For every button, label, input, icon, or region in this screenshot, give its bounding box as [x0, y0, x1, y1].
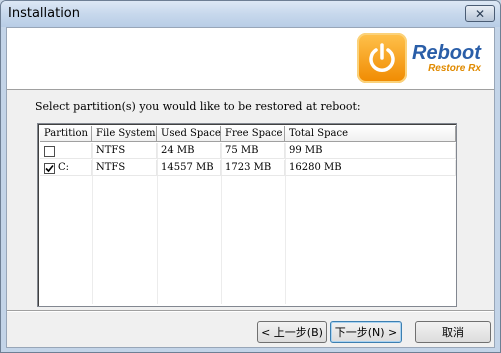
column-header-free-space[interactable]: Free Space — [221, 126, 285, 142]
cancel-button[interactable]: 取消 — [415, 321, 491, 343]
window-title: Installation — [8, 6, 81, 21]
title-bar[interactable]: Installation ✕ — [1, 1, 500, 27]
logo-title: Reboot — [412, 41, 481, 64]
header-banner: Reboot Restore Rx — [7, 28, 494, 90]
used-space-cell: 14557 MB — [157, 160, 221, 176]
table-row[interactable]: NTFS 24 MB 75 MB 99 MB — [40, 143, 456, 159]
partition-label: C: — [58, 162, 70, 173]
table-row[interactable]: C: NTFS 14557 MB 1723 MB 16280 MB — [40, 160, 456, 176]
free-space-cell: 1723 MB — [221, 160, 285, 176]
column-header-partition[interactable]: Partition — [40, 126, 92, 142]
reboot-restore-logo: Reboot Restore Rx — [357, 32, 487, 84]
total-space-cell: 16280 MB — [285, 160, 456, 176]
column-header-used-space[interactable]: Used Space — [157, 126, 221, 142]
wizard-body: Reboot Restore Rx Select partition(s) yo… — [6, 27, 495, 348]
column-header-total-space[interactable]: Total Space — [285, 126, 456, 142]
used-space-cell: 24 MB — [157, 143, 221, 159]
installer-window: Installation ✕ Reboot Restore Rx Select … — [0, 0, 501, 353]
partition-list[interactable]: Partition File System Used Space Free Sp… — [37, 123, 457, 307]
footer-separator — [7, 310, 494, 312]
instruction-text: Select partition(s) you would like to be… — [35, 100, 361, 113]
checkmark-icon — [45, 164, 54, 172]
power-icon — [357, 33, 407, 83]
partition-checkbox[interactable] — [44, 162, 55, 174]
back-button[interactable]: < 上一步(B) — [257, 321, 327, 343]
file-system-cell: NTFS — [92, 143, 157, 159]
partition-checkbox[interactable] — [44, 145, 55, 157]
logo-subtitle: Restore Rx — [428, 62, 481, 74]
close-icon: ✕ — [474, 6, 486, 21]
total-space-cell: 99 MB — [285, 143, 456, 159]
free-space-cell: 75 MB — [221, 143, 285, 159]
close-button[interactable]: ✕ — [465, 5, 495, 22]
partition-cell — [40, 143, 92, 159]
list-header: Partition File System Used Space Free Sp… — [40, 126, 456, 142]
file-system-cell: NTFS — [92, 160, 157, 176]
column-header-file-system[interactable]: File System — [92, 126, 157, 142]
partition-cell: C: — [40, 160, 92, 176]
next-button[interactable]: 下一步(N) > — [330, 321, 402, 343]
